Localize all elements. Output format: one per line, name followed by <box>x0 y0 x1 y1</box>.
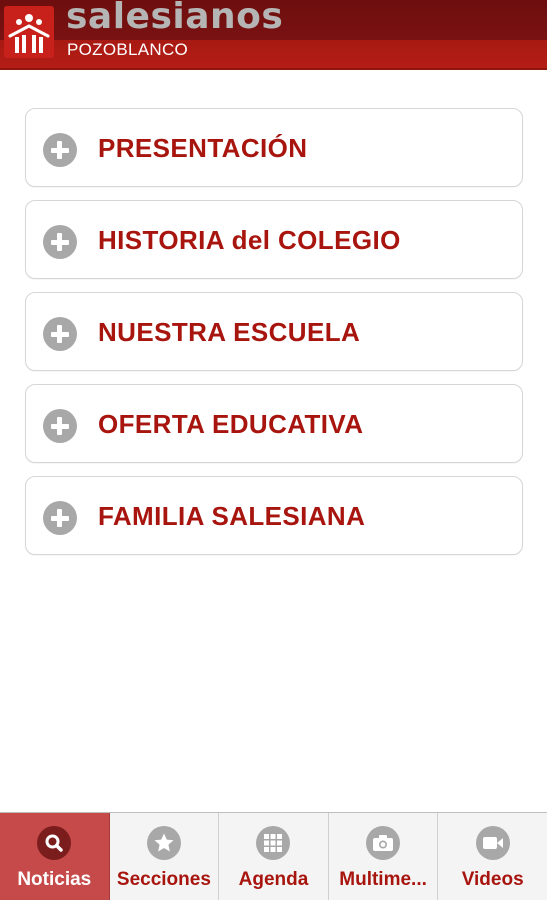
bottom-nav: Noticias Secciones Agenda Multime... Vid… <box>0 812 547 900</box>
plus-circle-icon <box>43 317 77 351</box>
menu-item-familia-salesiana[interactable]: FAMILIA SALESIANA <box>25 476 523 555</box>
menu-item-label: HISTORIA del COLEGIO <box>98 225 401 255</box>
tab-multimedia[interactable]: Multime... <box>329 813 439 900</box>
plus-circle-icon <box>43 225 77 259</box>
tab-label: Noticias <box>17 869 92 890</box>
tab-videos[interactable]: Videos <box>438 813 547 900</box>
app-header: salesianos POZOBLANCO <box>0 0 547 70</box>
menu-item-label: PRESENTACIÓN <box>98 133 308 163</box>
menu-item-label: FAMILIA SALESIANA <box>98 501 366 531</box>
menu-item-historia[interactable]: HISTORIA del COLEGIO <box>25 200 523 279</box>
menu-item-label: NUESTRA ESCUELA <box>98 317 361 347</box>
plus-circle-icon <box>43 133 77 167</box>
grid-icon <box>256 826 291 860</box>
tab-label: Videos <box>461 869 524 890</box>
camera-icon <box>366 826 401 860</box>
tab-noticias[interactable]: Noticias <box>0 813 110 900</box>
tab-label: Multime... <box>339 869 427 890</box>
plus-circle-icon <box>43 501 77 535</box>
brand-name: salesianos <box>66 0 284 37</box>
brand-subtitle: POZOBLANCO <box>67 40 189 59</box>
tab-agenda[interactable]: Agenda <box>219 813 329 900</box>
video-camera-icon <box>475 826 510 860</box>
menu-item-nuestra-escuela[interactable]: NUESTRA ESCUELA <box>25 292 523 371</box>
sections-menu: PRESENTACIÓN HISTORIA del COLEGIO NUESTR… <box>25 108 523 568</box>
tab-label: Agenda <box>238 869 309 890</box>
tab-secciones[interactable]: Secciones <box>110 813 220 900</box>
plus-circle-icon <box>43 409 77 443</box>
tab-label: Secciones <box>116 869 211 890</box>
salesianos-logo-icon[interactable] <box>4 6 54 58</box>
menu-item-presentacion[interactable]: PRESENTACIÓN <box>25 108 523 187</box>
search-icon <box>37 826 72 860</box>
menu-item-label: OFERTA EDUCATIVA <box>98 409 364 439</box>
menu-item-oferta-educativa[interactable]: OFERTA EDUCATIVA <box>25 384 523 463</box>
star-icon <box>146 826 181 860</box>
